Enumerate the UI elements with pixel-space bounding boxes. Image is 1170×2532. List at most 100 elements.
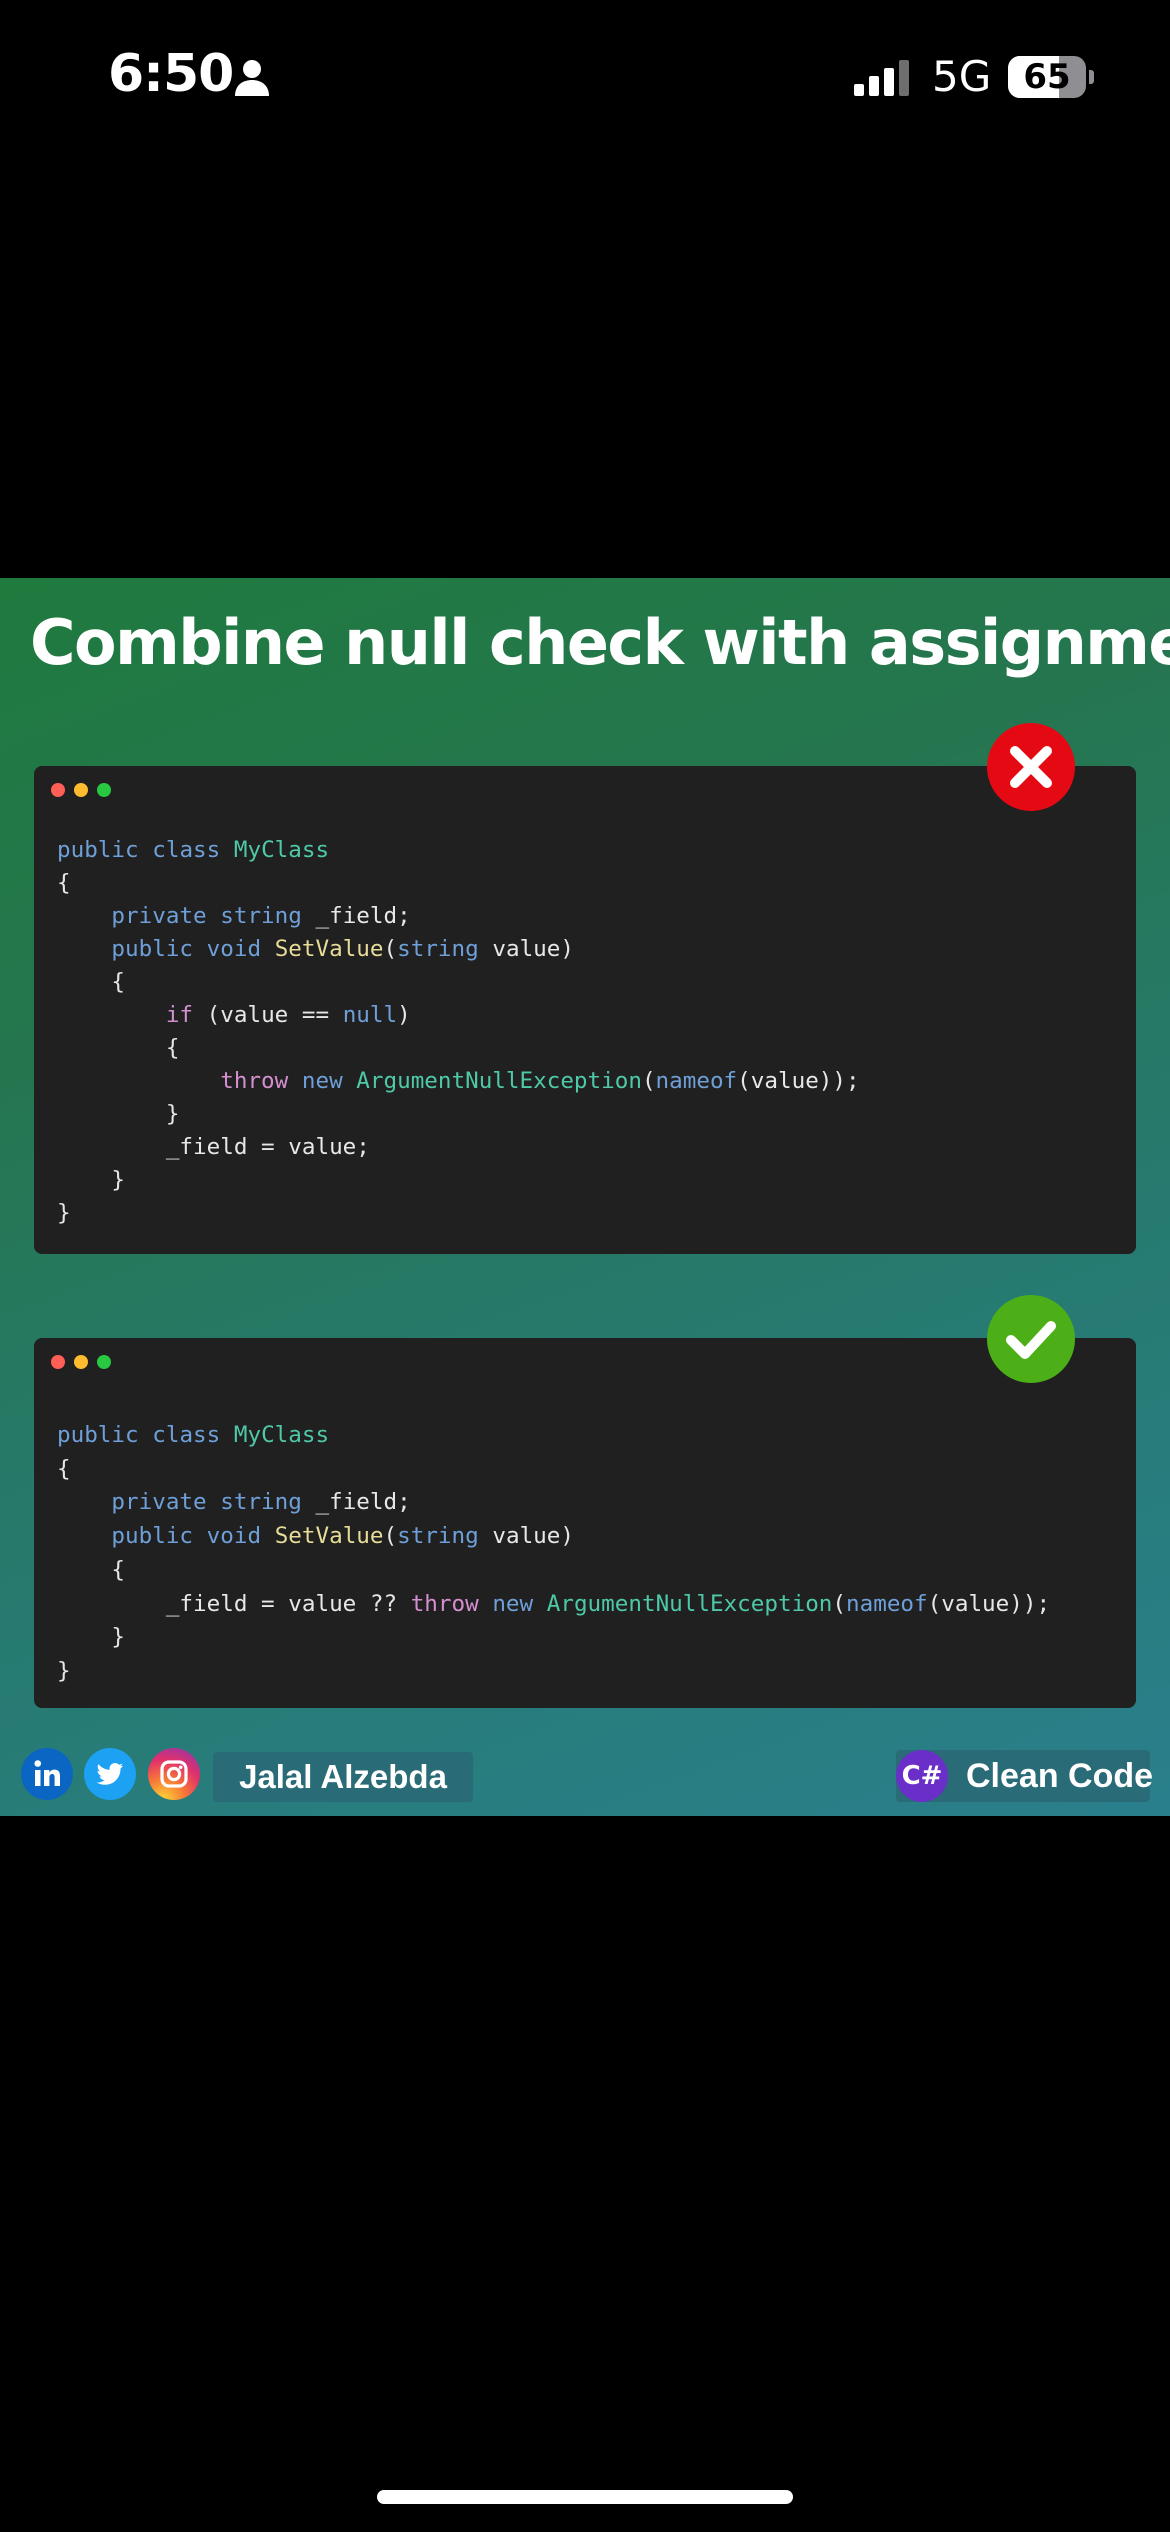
- code-line: {: [57, 867, 860, 900]
- method-token: SetValue: [274, 1523, 384, 1550]
- signal-icon: [854, 60, 909, 96]
- punctuation-token: [220, 1422, 234, 1448]
- keyword-token: void: [206, 1523, 262, 1550]
- yellow-dot-icon: [74, 783, 88, 797]
- punctuation-token: ): [397, 1002, 411, 1028]
- identifier-token: value: [750, 1068, 819, 1094]
- author-badge: Jalal Alzebda: [213, 1752, 473, 1802]
- punctuation-token: }: [57, 1657, 71, 1684]
- keyword-token: public: [111, 1523, 194, 1550]
- punctuation-token: }: [57, 1167, 126, 1193]
- battery-icon: 65: [1008, 56, 1094, 98]
- punctuation-token: {: [57, 870, 71, 896]
- code-line: private string _field;: [57, 900, 860, 933]
- network-type: 5G: [932, 52, 992, 101]
- punctuation-token: [261, 936, 275, 962]
- csharp-icon: C#: [896, 1750, 948, 1802]
- code-line: {: [57, 1032, 860, 1065]
- control-token: throw: [410, 1590, 479, 1617]
- code-line: }: [57, 1197, 860, 1230]
- identifier-token: value: [941, 1590, 1010, 1617]
- keyword-token: string: [397, 936, 479, 962]
- identifier-token: _field: [315, 1489, 398, 1516]
- punctuation-token: (: [737, 1068, 751, 1094]
- twitter-icon[interactable]: [84, 1748, 136, 1800]
- bad-code-card: public class MyClass { private string _f…: [34, 766, 1136, 1254]
- punctuation-token: [57, 1523, 111, 1549]
- keyword-token: public: [57, 1422, 139, 1448]
- good-code-card: public class MyClass { private string _f…: [34, 1338, 1136, 1708]
- punctuation-token: {: [57, 1556, 126, 1583]
- author-name: Jalal Alzebda: [239, 1758, 447, 1795]
- punctuation-token: [302, 903, 316, 929]
- linkedin-icon[interactable]: [21, 1748, 73, 1800]
- punctuation-token: [57, 936, 111, 962]
- punctuation-token: ??: [356, 1590, 411, 1617]
- punctuation-token: ;: [356, 1134, 370, 1160]
- keyword-token: string: [220, 903, 302, 929]
- punctuation-token: ;: [397, 1489, 411, 1516]
- punctuation-token: [533, 1591, 547, 1617]
- battery-percent: 65: [1023, 57, 1071, 97]
- code-line: {: [57, 966, 860, 999]
- punctuation-token: {: [57, 969, 126, 995]
- punctuation-token: [193, 936, 207, 962]
- type-token: MyClass: [233, 837, 330, 863]
- punctuation-token: [57, 903, 111, 929]
- type-token: MyClass: [233, 1422, 330, 1448]
- code-line: public void SetValue(string value): [57, 933, 860, 966]
- keyword-token: new: [301, 1068, 343, 1094]
- identifier-token: _field: [315, 903, 398, 929]
- punctuation-token: [479, 1591, 493, 1617]
- punctuation-token: ));: [818, 1068, 860, 1094]
- code-line: _field = value ?? throw new ArgumentNull…: [57, 1588, 1050, 1622]
- punctuation-token: }: [57, 1624, 126, 1651]
- identifier-token: _field: [165, 1590, 248, 1617]
- code-line: }: [57, 1655, 1050, 1689]
- brand-badge: C# Clean Code: [896, 1750, 1153, 1802]
- bad-code-block: public class MyClass { private string _f…: [57, 834, 860, 1230]
- punctuation-token: [207, 1489, 221, 1515]
- code-line: }: [57, 1164, 860, 1197]
- keyword-token: public: [57, 837, 139, 863]
- punctuation-token: [57, 1489, 111, 1515]
- type-token: ArgumentNullException: [546, 1590, 833, 1617]
- punctuation-token: [57, 1002, 166, 1028]
- punctuation-token: {: [57, 1035, 180, 1061]
- red-dot-icon: [51, 1355, 65, 1369]
- keyword-token: string: [220, 1489, 302, 1516]
- identifier-token: value: [492, 1523, 561, 1550]
- home-indicator[interactable]: [377, 2490, 793, 2504]
- punctuation-token: ): [560, 936, 574, 962]
- code-line: if (value == null): [57, 999, 860, 1032]
- code-line: throw new ArgumentNullException(nameof(v…: [57, 1065, 860, 1098]
- punctuation-token: [193, 1523, 207, 1549]
- punctuation-token: (: [832, 1590, 847, 1617]
- punctuation-token: [479, 1523, 493, 1549]
- punctuation-token: [57, 1068, 220, 1094]
- punctuation-token: ;: [397, 903, 411, 929]
- instagram-icon[interactable]: [148, 1748, 200, 1800]
- punctuation-token: (: [383, 936, 398, 962]
- green-dot-icon: [97, 1355, 111, 1369]
- status-time: 6:50: [108, 44, 234, 104]
- code-line: private string _field;: [57, 1486, 1050, 1520]
- method-token: SetValue: [274, 936, 384, 962]
- status-bar: 6:50 5G 65: [0, 0, 1170, 160]
- punctuation-token: [479, 936, 493, 962]
- keyword-token: private: [111, 1489, 207, 1516]
- punctuation-token: ): [560, 1523, 574, 1550]
- punctuation-token: (: [927, 1590, 942, 1617]
- punctuation-token: [57, 1134, 166, 1160]
- keyword-token: null: [342, 1002, 398, 1028]
- post-image: Combine null check with assignment publi…: [0, 578, 1170, 1816]
- code-line: {: [57, 1554, 1050, 1588]
- control-token: throw: [220, 1068, 289, 1094]
- green-dot-icon: [97, 783, 111, 797]
- type-token: ArgumentNullException: [356, 1068, 642, 1094]
- post-title: Combine null check with assignment: [30, 606, 1170, 679]
- punctuation-token: [288, 1068, 302, 1094]
- keyword-token: void: [206, 936, 262, 962]
- punctuation-token: [57, 1591, 166, 1617]
- control-token: if: [165, 1002, 194, 1028]
